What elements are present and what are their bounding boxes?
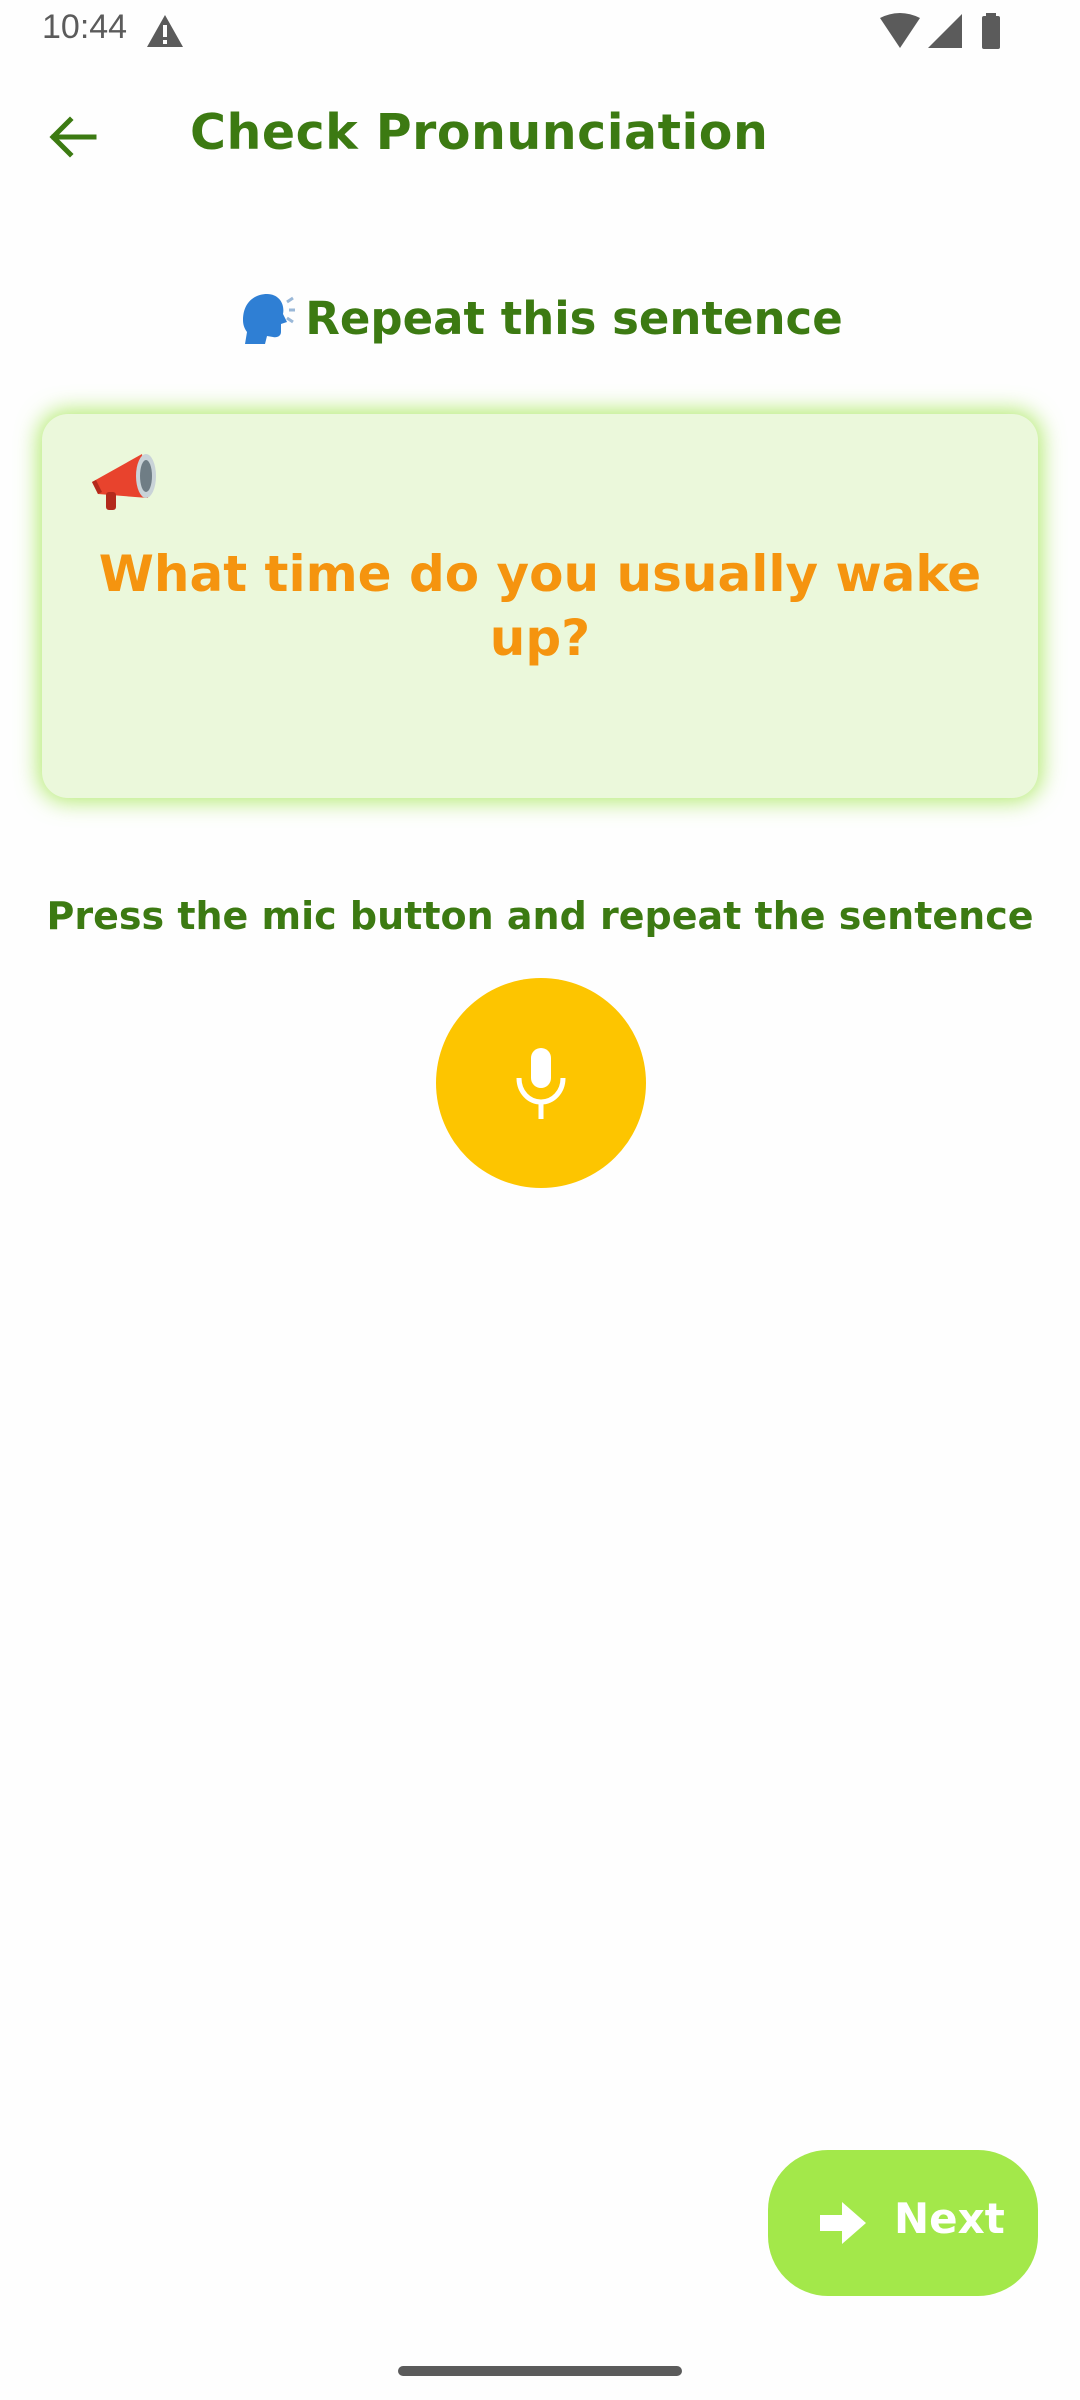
next-label: Next: [894, 2194, 1005, 2243]
arrow-right-icon: [820, 2202, 866, 2244]
page-title: Check Pronunciation: [190, 104, 769, 161]
mic-button[interactable]: [436, 978, 646, 1188]
battery-icon: [982, 13, 1000, 49]
status-icons: [880, 13, 1000, 49]
app-bar: Check Pronunciation: [0, 64, 1080, 210]
sentence-card: What time do you usually wake up?: [42, 414, 1038, 798]
arrow-left-icon[interactable]: [44, 108, 102, 166]
signal-icon: [928, 14, 962, 48]
status-bar: 10:44: [0, 0, 1080, 64]
gesture-bar[interactable]: [398, 2366, 682, 2376]
prompt-label: Repeat this sentence: [305, 292, 843, 345]
speaking-head-icon: [243, 294, 296, 344]
wifi-icon: [880, 13, 920, 48]
instruction-text: Press the mic button and repeat the sent…: [46, 894, 1034, 938]
status-time: 10:44: [42, 8, 128, 46]
microphone-icon: [516, 1048, 566, 1119]
sentence-text: What time do you usually wake up?: [98, 545, 982, 667]
megaphone-icon[interactable]: [88, 448, 164, 514]
warning-icon: [147, 15, 183, 47]
prompt-header: Repeat this sentence: [0, 290, 1080, 345]
next-button[interactable]: Next: [768, 2150, 1038, 2296]
